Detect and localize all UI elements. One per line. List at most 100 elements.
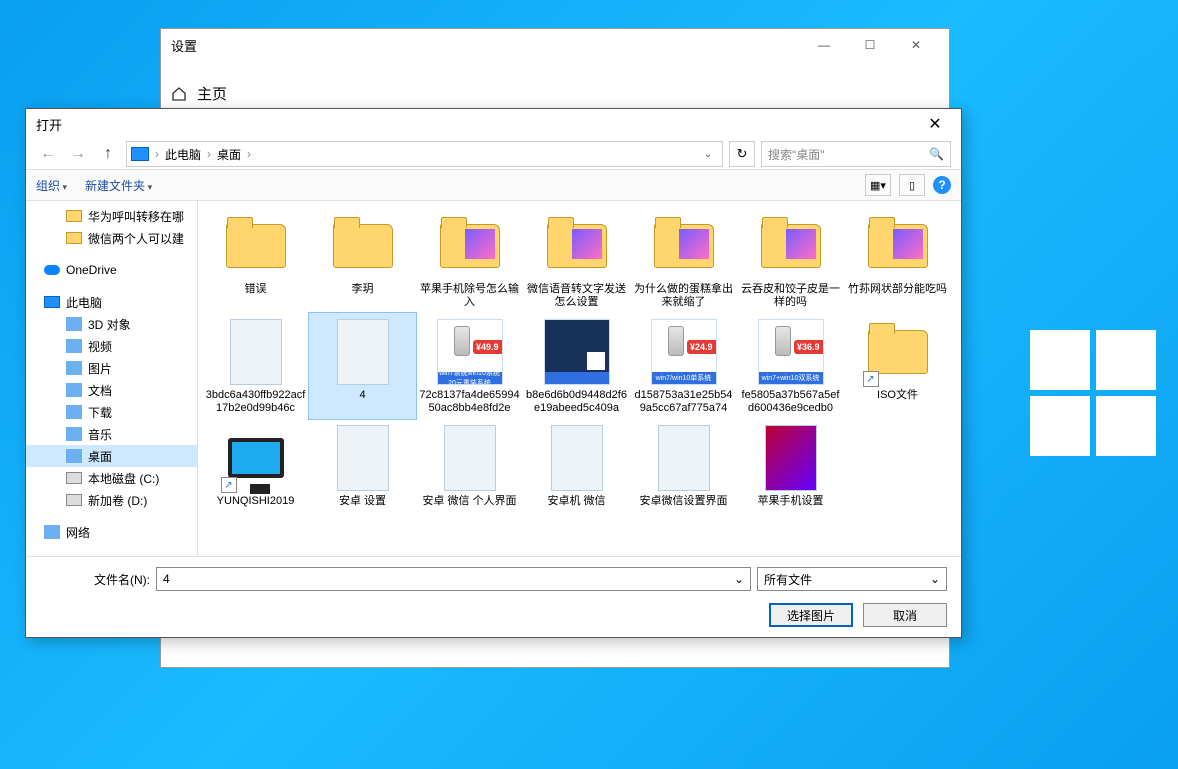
file-item[interactable]: 4 bbox=[309, 313, 416, 419]
preview-pane-button[interactable]: ▯ bbox=[899, 174, 925, 196]
file-item[interactable]: 错误 bbox=[202, 207, 309, 313]
close-button[interactable]: ✕ bbox=[893, 35, 939, 55]
tree-pc-item[interactable]: 下载 bbox=[26, 401, 197, 423]
file-item[interactable]: 苹果手机除号怎么输入 bbox=[416, 207, 523, 313]
address-dropdown-icon[interactable]: ⌄ bbox=[698, 149, 718, 160]
chevron-down-icon: ⌄ bbox=[930, 572, 940, 586]
maximize-button[interactable]: ☐ bbox=[847, 35, 893, 55]
file-label: 竹荪网状部分能吃吗 bbox=[848, 283, 947, 296]
music-icon bbox=[66, 427, 82, 441]
folder-icon bbox=[226, 224, 286, 268]
tree-quick-item[interactable]: 微信两个人可以建 bbox=[26, 227, 197, 249]
file-item[interactable]: b8e6d6b0d9448d2f6e19abeed5c409a bbox=[523, 313, 630, 419]
file-item[interactable]: 3bdc6a430ffb922acf17b2e0d99b46c bbox=[202, 313, 309, 419]
nav-tree[interactable]: 华为呼叫转移在哪微信两个人可以建 OneDrive 此电脑 3D 对象视频图片文… bbox=[26, 201, 198, 556]
search-placeholder: 搜索"桌面" bbox=[768, 146, 825, 163]
file-item[interactable]: 安卓 微信 个人界面 bbox=[416, 419, 523, 512]
file-label: 安卓微信设置界面 bbox=[640, 495, 728, 508]
file-label: 微信语音转文字发送怎么设置 bbox=[525, 283, 628, 309]
file-item[interactable]: 为什么做的蛋糕拿出来就缩了 bbox=[630, 207, 737, 313]
file-item[interactable]: ¥24.9win7/win10单系统d158753a31e25b549a5cc6… bbox=[630, 313, 737, 419]
file-list[interactable]: 错误 李玥苹果手机除号怎么输入微信语音转文字发送怎么设置为什么做的蛋糕拿出来就缩了… bbox=[198, 201, 961, 556]
file-item[interactable]: ↗ISO文件 bbox=[844, 313, 951, 419]
tree-pc-item[interactable]: 音乐 bbox=[26, 423, 197, 445]
file-item[interactable]: 云吞皮和饺子皮是一样的吗 bbox=[737, 207, 844, 313]
file-label: 为什么做的蛋糕拿出来就缩了 bbox=[632, 283, 735, 309]
dialog-title: 打开 bbox=[36, 115, 62, 134]
file-label: 安卓 设置 bbox=[339, 495, 386, 508]
file-item[interactable]: ¥49.9win7系统win10系统 20元重装系统72c8137fa4de65… bbox=[416, 313, 523, 419]
tree-network[interactable]: 网络 bbox=[26, 521, 197, 543]
file-item[interactable]: 苹果手机设置 bbox=[737, 419, 844, 512]
file-label: 错误 bbox=[245, 283, 267, 296]
folder-icon bbox=[66, 210, 82, 222]
filename-label: 文件名(N): bbox=[40, 571, 150, 588]
minimize-button[interactable]: — bbox=[801, 35, 847, 55]
refresh-button[interactable]: ↻ bbox=[729, 141, 755, 167]
monitor-icon bbox=[228, 438, 284, 478]
home-icon bbox=[171, 86, 187, 102]
tree-quick-item[interactable]: 华为呼叫转移在哪 bbox=[26, 205, 197, 227]
file-label: d158753a31e25b549a5cc67af775a74 bbox=[632, 389, 735, 415]
tree-pc-item[interactable]: 文档 bbox=[26, 379, 197, 401]
folder-icon bbox=[868, 330, 928, 374]
pc-icon bbox=[131, 147, 149, 161]
file-label: ISO文件 bbox=[877, 389, 918, 402]
up-button[interactable]: ↑ bbox=[96, 142, 120, 166]
search-icon: 🔍 bbox=[929, 147, 944, 161]
cancel-button[interactable]: 取消 bbox=[863, 603, 947, 627]
doc-icon bbox=[66, 383, 82, 397]
newfolder-button[interactable]: 新建文件夹 bbox=[85, 177, 152, 194]
open-button[interactable]: 选择图片 bbox=[769, 603, 853, 627]
file-label: 安卓机 微信 bbox=[547, 495, 605, 508]
folder-icon bbox=[868, 224, 928, 268]
file-label: 3bdc6a430ffb922acf17b2e0d99b46c bbox=[204, 389, 307, 415]
file-item[interactable]: 竹荪网状部分能吃吗 bbox=[844, 207, 951, 313]
file-label: YUNQISHI2019 bbox=[217, 495, 295, 508]
crumb-desktop[interactable]: 桌面 bbox=[217, 146, 241, 163]
drive-icon bbox=[66, 494, 82, 506]
image-thumb bbox=[544, 319, 610, 385]
pic-icon bbox=[66, 361, 82, 375]
file-item[interactable]: ↗YUNQISHI2019 bbox=[202, 419, 309, 512]
image-thumb bbox=[658, 425, 710, 491]
file-item[interactable]: 李玥 bbox=[309, 207, 416, 313]
3d-icon bbox=[66, 317, 82, 331]
close-button[interactable]: ✕ bbox=[915, 114, 955, 134]
crumb-thispc[interactable]: 此电脑 bbox=[165, 146, 201, 163]
tree-pc-item[interactable]: 视频 bbox=[26, 335, 197, 357]
tree-pc-item[interactable]: 3D 对象 bbox=[26, 313, 197, 335]
file-label: b8e6d6b0d9448d2f6e19abeed5c409a bbox=[525, 389, 628, 415]
tree-pc-item[interactable]: 图片 bbox=[26, 357, 197, 379]
file-item[interactable]: 安卓微信设置界面 bbox=[630, 419, 737, 512]
folder-icon bbox=[654, 224, 714, 268]
filetype-filter[interactable]: 所有文件 ⌄ bbox=[757, 567, 947, 591]
tree-onedrive[interactable]: OneDrive bbox=[26, 259, 197, 281]
image-thumb bbox=[337, 319, 389, 385]
forward-button: → bbox=[66, 142, 90, 166]
tree-pc-item[interactable]: 桌面 bbox=[26, 445, 197, 467]
pc-icon bbox=[44, 296, 60, 308]
home-label[interactable]: 主页 bbox=[197, 83, 227, 104]
image-thumb bbox=[444, 425, 496, 491]
file-item[interactable]: 安卓 设置 bbox=[309, 419, 416, 512]
tree-thispc[interactable]: 此电脑 bbox=[26, 291, 197, 313]
view-mode-button[interactable]: ▦▾ bbox=[865, 174, 891, 196]
file-item[interactable]: 安卓机 微信 bbox=[523, 419, 630, 512]
tree-pc-item[interactable]: 本地磁盘 (C:) bbox=[26, 467, 197, 489]
cloud-icon bbox=[44, 265, 60, 275]
chevron-down-icon[interactable]: ⌄ bbox=[734, 572, 744, 586]
file-item[interactable]: 微信语音转文字发送怎么设置 bbox=[523, 207, 630, 313]
search-input[interactable]: 搜索"桌面" 🔍 bbox=[761, 141, 951, 167]
network-icon bbox=[44, 525, 60, 539]
organize-menu[interactable]: 组织 bbox=[36, 177, 67, 194]
image-thumb bbox=[337, 425, 389, 491]
filename-input[interactable]: 4 ⌄ bbox=[156, 567, 751, 591]
video-icon bbox=[66, 339, 82, 353]
file-item[interactable]: ¥36.9win7+win10双系统fe5805a37b567a5efd6004… bbox=[737, 313, 844, 419]
help-icon[interactable]: ? bbox=[933, 176, 951, 194]
image-thumb bbox=[765, 425, 817, 491]
address-bar[interactable]: › 此电脑 › 桌面 › ⌄ bbox=[126, 141, 723, 167]
tree-pc-item[interactable]: 新加卷 (D:) bbox=[26, 489, 197, 511]
back-button[interactable]: ← bbox=[36, 142, 60, 166]
